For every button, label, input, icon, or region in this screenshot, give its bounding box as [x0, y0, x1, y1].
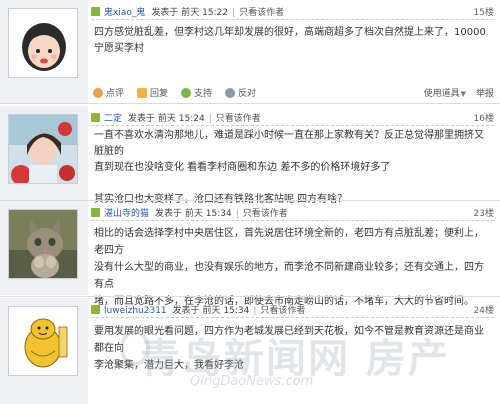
user-status-icon — [91, 305, 100, 314]
post-time: 15:24 — [178, 114, 205, 124]
tools-menu[interactable]: 使用道具 — [424, 89, 460, 99]
posted-label: 发表于 — [155, 209, 183, 219]
post-header: 二定 发表于 前天 15:24 | 只看该作者 16楼 — [91, 110, 494, 126]
user-status-icon — [91, 208, 100, 217]
report-link[interactable]: 举报 — [476, 89, 494, 99]
only-author-link[interactable]: 只看该作者 — [216, 114, 261, 124]
post-date: 前天 — [181, 8, 200, 18]
only-author-link[interactable]: 只看该作者 — [243, 209, 288, 219]
avatar[interactable] — [8, 114, 78, 184]
avatar[interactable] — [8, 8, 78, 78]
posted-label: 发表于 — [172, 306, 200, 316]
post-content: 四方感觉脏乱差，但李村这几年却发展的很好，高端商超多了档次自然提上来了，1000… — [94, 25, 490, 57]
only-author-link[interactable]: 只看该作者 — [239, 8, 284, 18]
username-link[interactable]: 鬼xiao_鬼 — [104, 8, 145, 18]
post-divider — [0, 296, 500, 297]
post-date: 前天 — [157, 114, 176, 124]
comment-icon — [93, 88, 103, 98]
post-15: 鬼xiao_鬼 发表于 前天 15:22 | 只看该作者 15楼 四方感觉脏乱差，但李… — [0, 0, 500, 103]
floor-number[interactable]: 23楼 — [474, 206, 494, 219]
content-line: 一直不喜欢水清沟那地儿，难道是踩小时候一直在那上家教有关？反正总觉得那里拥挤又脏… — [94, 130, 484, 157]
content-line: 相比的话会选择李村中央居住区，首先说居住环境全新的，老四方有点脏乱差；便利上，老… — [94, 228, 484, 256]
user-status-icon — [91, 7, 100, 16]
thumbs-up-icon — [181, 88, 191, 98]
avatar-column — [0, 0, 88, 103]
post-header: 湛山寺的猫 发表于 前天 15:34 | 只看该作者 23楼 — [91, 205, 494, 221]
floor-number[interactable]: 15楼 — [474, 5, 494, 18]
username-link[interactable]: luweizhu2311 — [104, 306, 167, 316]
only-author-link[interactable]: 只看该作者 — [260, 306, 305, 316]
content-line: 要用发展的眼光看问题，四方作为老城发展已经到天花板，如今不管是教育资源还是商业都… — [94, 326, 484, 354]
content-line: 没有什么大型的商业，也没有娱乐的地方，而李沧不同新建商业较多；还有交通上，四方有… — [94, 262, 484, 290]
avatar-column — [0, 106, 88, 200]
post-23: 湛山寺的猫 发表于 前天 15:34 | 只看该作者 23楼 相比的话会选择李村中央居… — [0, 201, 500, 307]
post-date: 前天 — [202, 306, 221, 316]
avatar-column — [0, 201, 88, 295]
avatar[interactable] — [8, 306, 78, 376]
user-status-icon — [91, 113, 100, 122]
content-line: 直到现在也没啥变化 看看李村商圈和东边 差不多的价格环境好多了 — [94, 162, 391, 173]
watermark-logo — [120, 330, 150, 366]
posted-label: 发表于 — [128, 114, 156, 124]
post-time: 15:22 — [202, 8, 229, 18]
post-content: 一直不喜欢水清沟那地儿，难道是踩小时候一直在那上家教有关？反正总觉得那里拥挤又脏… — [94, 128, 490, 208]
comment-button[interactable]: 点评 — [93, 86, 124, 99]
floor-number[interactable]: 16楼 — [474, 111, 494, 124]
avatar[interactable] — [8, 209, 78, 279]
support-button[interactable]: 支持 — [181, 86, 212, 99]
post-16: 二定 发表于 前天 15:24 | 只看该作者 16楼 一直不喜欢水清沟那地儿，难道是… — [0, 106, 500, 205]
post-footer: 点评 回复 支持 反对 使用道具▼ 举报 — [91, 86, 494, 100]
post-header: luweizhu2311 发表于 前天 15:34 | 只看该作者 24楼 — [91, 302, 494, 318]
oppose-button[interactable]: 反对 — [225, 86, 256, 99]
post-header: 鬼xiao_鬼 发表于 前天 15:22 | 只看该作者 15楼 — [91, 4, 494, 20]
post-time: 15:34 — [223, 306, 250, 316]
post-time: 15:34 — [205, 209, 232, 219]
username-link[interactable]: 湛山寺的猫 — [104, 209, 149, 219]
floor-number[interactable]: 24楼 — [474, 303, 494, 316]
avatar-column — [0, 298, 88, 404]
posted-label: 发表于 — [151, 8, 179, 18]
watermark-subtext: QingDaoNews.com — [190, 374, 314, 389]
post-date: 前天 — [184, 209, 203, 219]
reply-button[interactable]: 回复 — [137, 86, 168, 99]
content-line: 四方感觉脏乱差，但李村这几年却发展的很好，高端商超多了档次自然提上来了，1000… — [94, 27, 486, 54]
chevron-down-icon: ▼ — [460, 90, 466, 98]
content-line: 李沧聚集，潜力巨大，我看好李沧 — [94, 360, 244, 371]
content-line — [94, 176, 490, 192]
post-divider — [0, 103, 500, 104]
post-content: 要用发展的眼光看问题，四方作为老城发展已经到天花板，如今不管是教育资源还是商业都… — [94, 323, 490, 374]
username-link[interactable]: 二定 — [104, 114, 122, 124]
reply-icon — [137, 88, 147, 98]
thumbs-down-icon — [225, 88, 235, 98]
